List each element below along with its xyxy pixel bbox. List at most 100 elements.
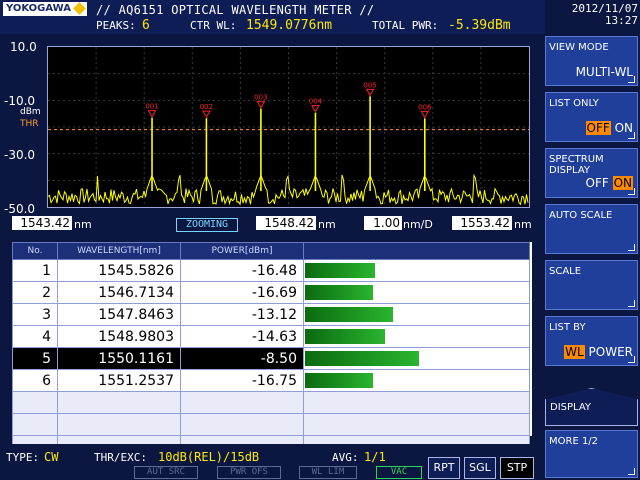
table-row[interactable]: 5 1550.1161 -8.50 [12, 347, 530, 370]
list-by-wl: WL [564, 345, 585, 359]
sgl-button[interactable]: SGL [464, 457, 496, 479]
row-power-bar-cell [303, 259, 530, 282]
x-start-unit: nm [74, 218, 92, 231]
view-mode-button[interactable]: VIEW MODE MULTI-WL [545, 36, 638, 86]
col-no-header: No. [12, 242, 58, 260]
list-by-button[interactable]: LIST BY WL POWER [545, 316, 638, 366]
list-by-label: LIST BY [549, 322, 586, 333]
spectrum-svg: 001 002 003 004 005 006 [47, 47, 529, 207]
table-row[interactable] [12, 413, 530, 436]
corner-icon [628, 132, 635, 139]
empty-cell [303, 413, 530, 436]
row-power-bar-cell [303, 347, 530, 370]
peak-label: 003 [254, 94, 267, 102]
empty-cell [180, 391, 304, 414]
row-no: 1 [12, 259, 58, 282]
aut-src-indicator: AUT SRC [134, 466, 198, 479]
x-end-unit: nm [514, 218, 532, 231]
table-row[interactable] [12, 391, 530, 414]
corner-icon [628, 468, 635, 475]
scale-label: SCALE [549, 266, 582, 277]
peak-label: 004 [309, 98, 323, 106]
row-power: -16.48 [180, 259, 304, 282]
row-power-bar-cell [303, 369, 530, 392]
y-unit: dBm [20, 107, 41, 117]
thr-exc-value: 10dB(REL)/15dB [158, 450, 260, 464]
row-power-bar-cell [303, 303, 530, 326]
x-div-value[interactable]: 1.00 [364, 216, 402, 230]
peaks-label: PEAKS: [96, 19, 136, 32]
spectrum-display-button[interactable]: SPECTRUM DISPLAY OFF ON [545, 148, 638, 198]
row-power: -13.12 [180, 303, 304, 326]
row-power-bar-cell [303, 281, 530, 304]
empty-cell [12, 413, 58, 436]
more-label: MORE 1/2 [549, 436, 599, 447]
power-bar [305, 263, 375, 278]
row-no: 3 [12, 303, 58, 326]
corner-icon [628, 76, 635, 83]
corner-icon [628, 244, 635, 251]
row-no: 2 [12, 281, 58, 304]
table-row[interactable]: 6 1551.2537 -16.75 [12, 369, 530, 392]
display-button[interactable]: DISPLAY [545, 388, 638, 426]
stp-button[interactable]: STP [500, 457, 534, 479]
peak-marker-icon [365, 88, 375, 97]
table-row[interactable]: 1 1545.5826 -16.48 [12, 259, 530, 282]
peak-marker-icon [256, 101, 266, 109]
brand-logo: YOKOGAWA [3, 2, 87, 16]
view-mode-value: MULTI-WL [575, 65, 633, 79]
x-end-value[interactable]: 1553.42 [452, 216, 512, 230]
empty-cell [57, 413, 181, 436]
y-tick-2: -10.0 [4, 94, 36, 108]
display-label: DISPLAY [550, 402, 592, 413]
corner-icon [628, 356, 635, 363]
spectrum-plot[interactable]: 001 002 003 004 005 006 [47, 46, 530, 208]
x-div-unit: nm/D [403, 218, 433, 231]
list-only-label: LIST ONLY [549, 98, 599, 109]
scale-button[interactable]: SCALE [545, 260, 638, 310]
spectrum-trace [47, 173, 529, 206]
table-header-row: No. WAVELENGTH[nm] POWER[dBm] [12, 242, 530, 260]
more-button[interactable]: MORE 1/2 [545, 430, 638, 478]
table-row[interactable]: 2 1546.7134 -16.69 [12, 281, 530, 304]
peak-marker-icon [311, 105, 320, 113]
y-tick-bottom: -50.0 [4, 202, 36, 216]
spectrum-off: OFF [585, 176, 609, 190]
date-time: 2012/11/07 13:27 [550, 3, 638, 27]
row-power: -14.63 [180, 325, 304, 348]
row-no: 4 [12, 325, 58, 348]
row-power-bar-cell [303, 325, 530, 348]
power-bar [305, 351, 419, 366]
type-label: TYPE: [6, 451, 40, 464]
avg-value: 1/1 [364, 450, 386, 464]
peak-list-table: No. WAVELENGTH[nm] POWER[dBm] 1 1545.5826… [12, 242, 532, 458]
rpt-button[interactable]: RPT [428, 457, 460, 479]
auto-scale-button[interactable]: AUTO SCALE [545, 204, 638, 254]
total-pwr-label: TOTAL PWR: [372, 19, 439, 32]
power-bar [305, 329, 385, 344]
peak-label: 002 [200, 103, 213, 111]
spectrum-label-1: SPECTRUM [549, 154, 604, 165]
avg-label: AVG: [332, 451, 359, 464]
type-value: CW [44, 450, 59, 464]
table-row[interactable]: 4 1548.9803 -14.63 [12, 325, 530, 348]
peaks-value: 6 [142, 18, 150, 33]
table-row[interactable]: 3 1547.8463 -13.12 [12, 303, 530, 326]
y-tick-3: -30.0 [4, 148, 36, 162]
x-center-value[interactable]: 1548.42 [256, 216, 316, 230]
spectrum-label-2: DISPLAY [549, 165, 591, 176]
row-wavelength: 1550.1161 [57, 347, 181, 370]
list-only-button[interactable]: LIST ONLY OFF ON [545, 92, 638, 142]
thr-exc-label: THR/EXC: [94, 451, 147, 464]
window-title: // AQ6151 OPTICAL WAVELENGTH METER // [96, 3, 375, 17]
row-no: 6 [12, 369, 58, 392]
power-bar [305, 373, 373, 388]
power-bar [305, 307, 393, 322]
pwr-ofs-indicator: PWR OFS [217, 466, 281, 479]
row-power: -16.69 [180, 281, 304, 304]
corner-icon [628, 188, 635, 195]
x-start-value[interactable]: 1543.42 [12, 216, 72, 230]
row-wavelength: 1546.7134 [57, 281, 181, 304]
empty-cell [180, 413, 304, 436]
vac-indicator: VAC [376, 466, 422, 479]
